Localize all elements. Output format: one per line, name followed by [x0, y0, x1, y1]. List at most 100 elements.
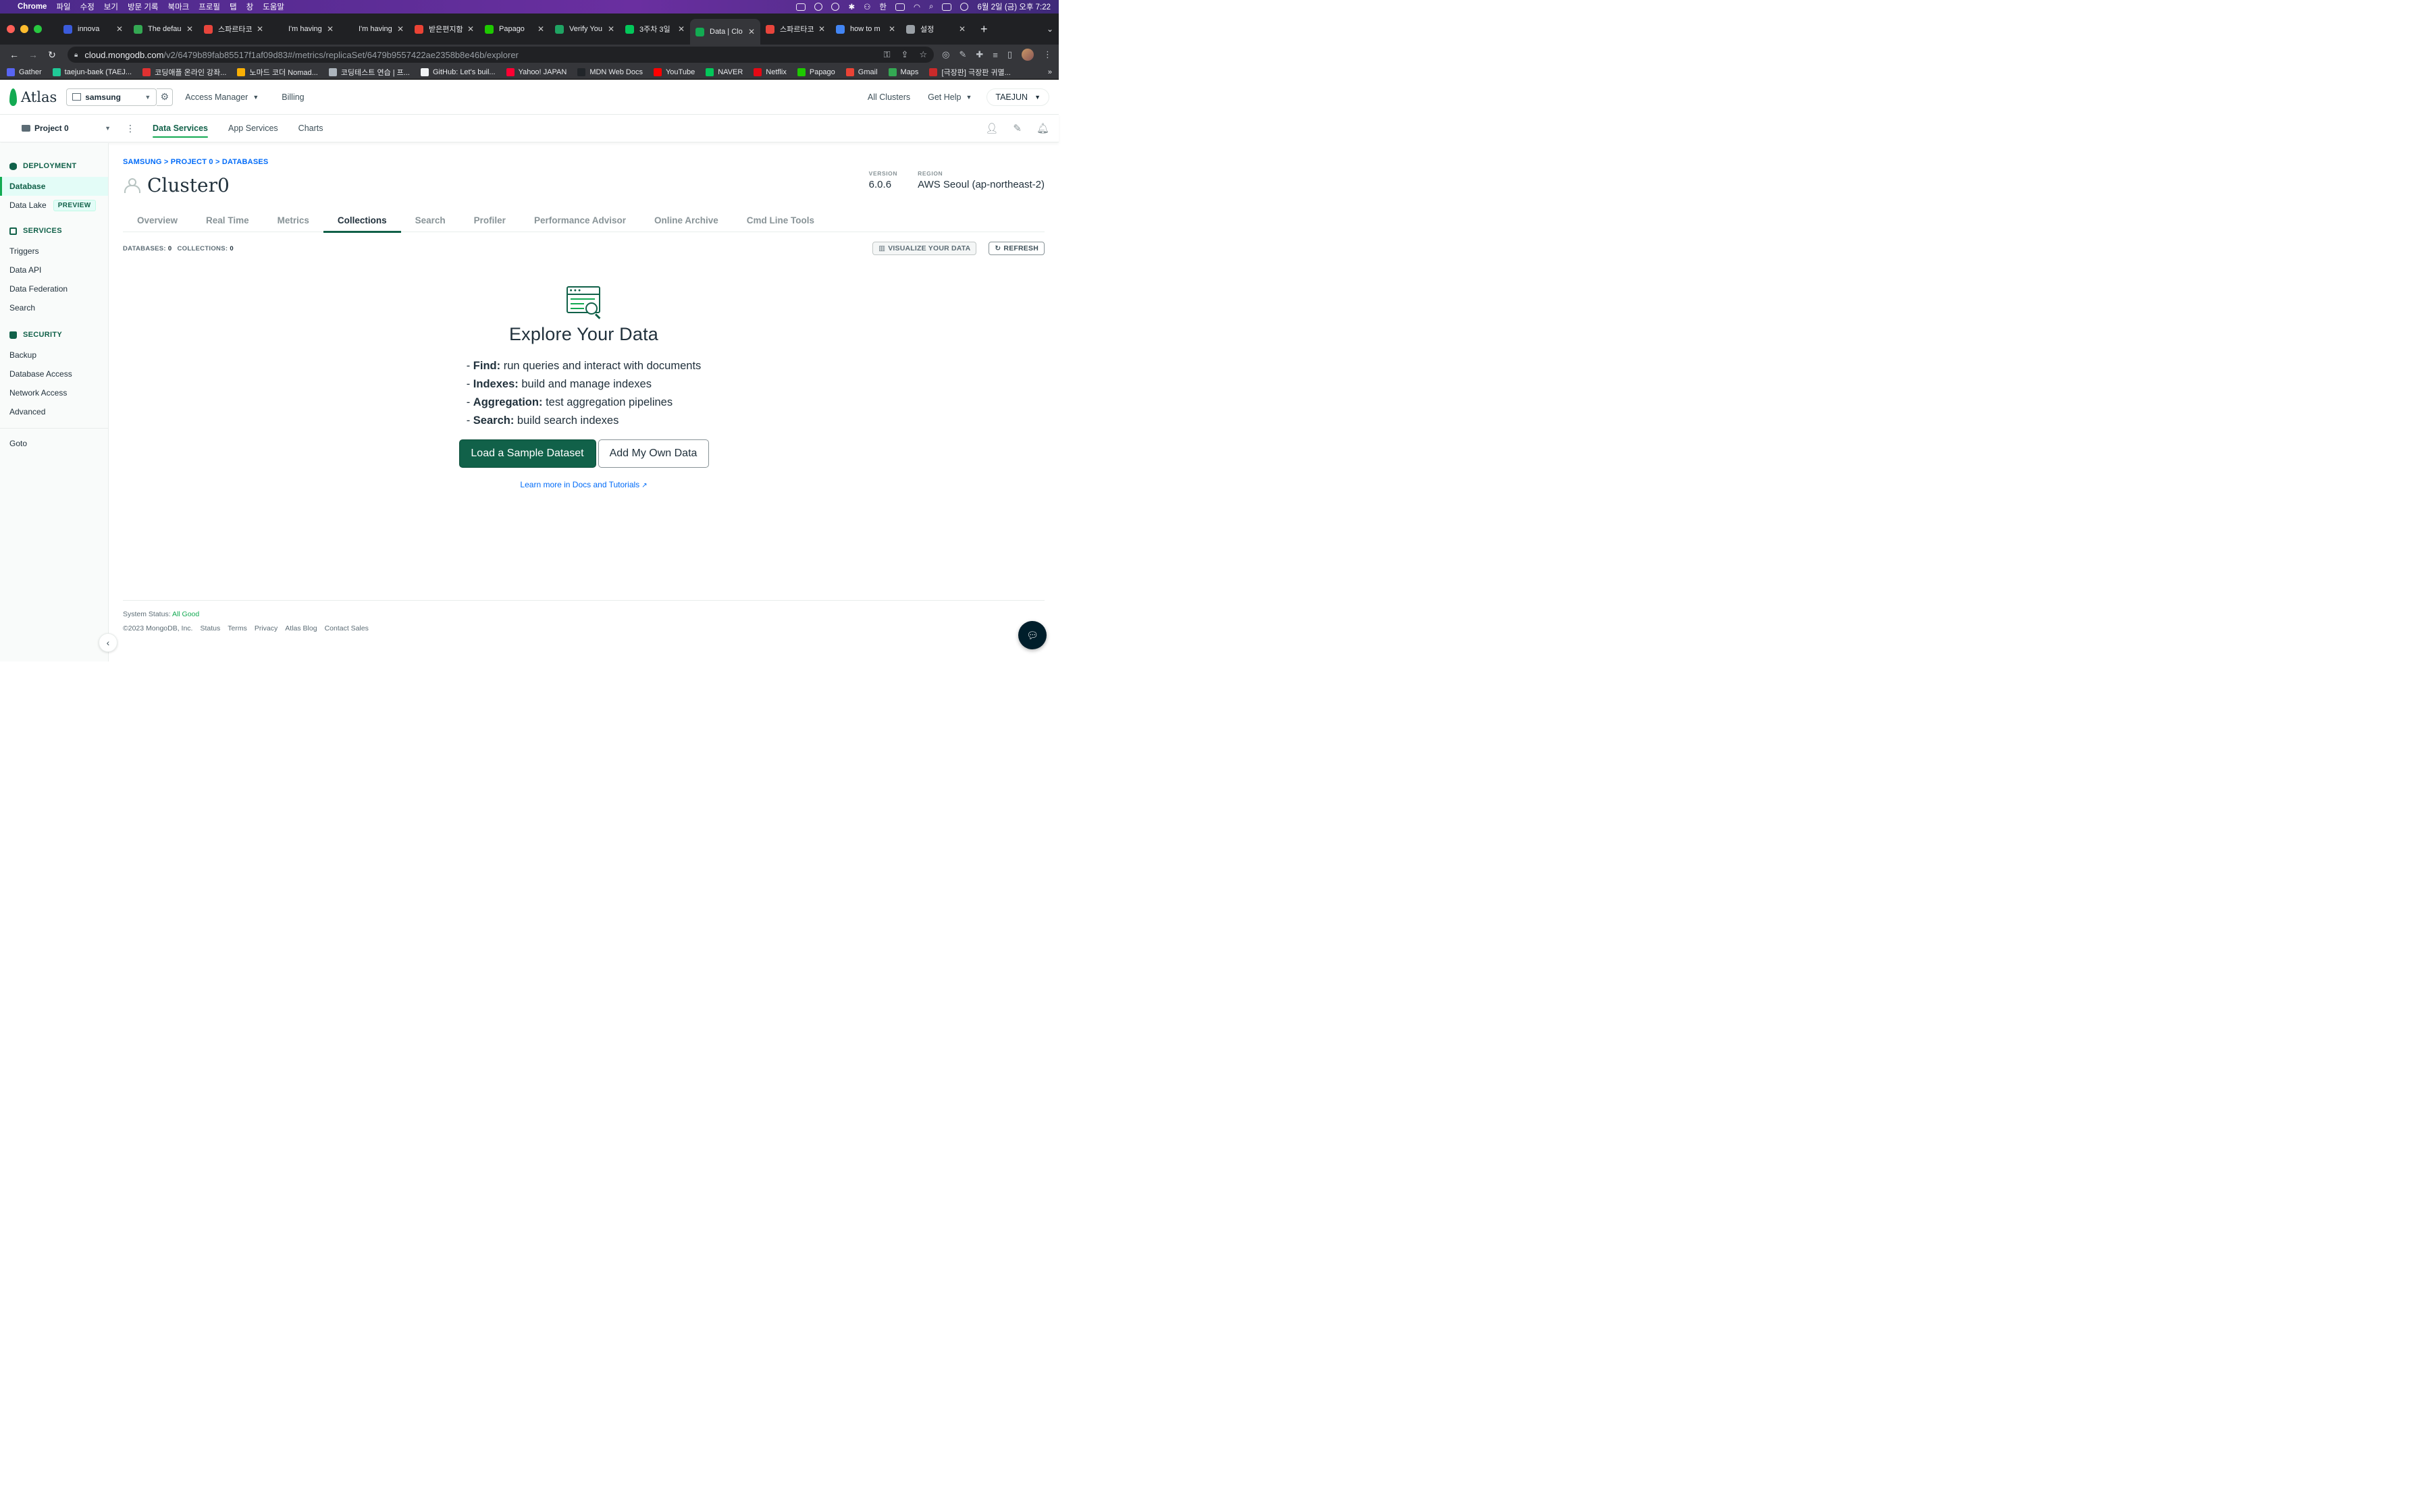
side-panel-icon[interactable]: ▯: [1007, 49, 1012, 60]
tab-app-services[interactable]: App Services: [228, 116, 278, 140]
footer-link-atlas-blog[interactable]: Atlas Blog: [285, 624, 317, 632]
sidebar-item-data-lake[interactable]: Data Lake PREVIEW: [0, 196, 108, 215]
bookmark-item[interactable]: NAVER: [706, 68, 743, 76]
tab-metrics[interactable]: Metrics: [263, 209, 323, 232]
puzzle-extensions-icon[interactable]: ✚: [976, 49, 983, 60]
bluetooth-icon[interactable]: ✱: [848, 2, 855, 11]
tab-close-icon[interactable]: ✕: [397, 24, 404, 34]
tab-search-chevron-icon[interactable]: ⌄: [1047, 24, 1053, 34]
tab-close-icon[interactable]: ✕: [257, 24, 263, 34]
input-method[interactable]: 한: [879, 1, 887, 12]
browser-tab[interactable]: Verify You ✕: [550, 18, 620, 40]
tab-close-icon[interactable]: ✕: [748, 27, 755, 36]
bookmark-item[interactable]: Yahoo! JAPAN: [506, 68, 567, 76]
reading-list-icon[interactable]: ≡: [993, 50, 998, 60]
bookmark-item[interactable]: Papago: [797, 68, 835, 76]
sidebar-item-database[interactable]: Database: [0, 177, 108, 196]
tab-overview[interactable]: Overview: [123, 209, 192, 232]
billing-link[interactable]: Billing: [282, 92, 304, 102]
activity-feed-icon[interactable]: ✎: [1013, 122, 1022, 134]
sidebar-item-goto[interactable]: Goto: [0, 434, 108, 453]
footer-link-contact-sales[interactable]: Contact Sales: [325, 624, 369, 632]
new-tab-button[interactable]: +: [980, 22, 988, 36]
airdrop-icon[interactable]: ⚇: [864, 2, 870, 11]
tab-search[interactable]: Search: [401, 209, 460, 232]
reload-button[interactable]: ↻: [45, 49, 59, 61]
tab-charts[interactable]: Charts: [298, 116, 323, 140]
bookmark-item[interactable]: YouTube: [653, 68, 695, 76]
footer-link-terms[interactable]: Terms: [228, 624, 247, 632]
bookmark-star-icon[interactable]: ☆: [919, 49, 927, 60]
tab-data-services[interactable]: Data Services: [153, 116, 209, 140]
siri-icon[interactable]: [960, 3, 969, 11]
add-my-own-data-button[interactable]: Add My Own Data: [598, 439, 709, 468]
tab-close-icon[interactable]: ✕: [327, 24, 334, 34]
address-bar[interactable]: 🔒︎ cloud.mongodb.com/v2/6479b89fab85517f…: [68, 47, 935, 63]
browser-tab[interactable]: how to m ✕: [831, 18, 901, 40]
breadcrumb[interactable]: SAMSUNG > PROJECT 0 > DATABASES: [123, 158, 1045, 166]
tab-real-time[interactable]: Real Time: [192, 209, 263, 232]
tab-close-icon[interactable]: ✕: [959, 24, 966, 34]
tab-close-icon[interactable]: ✕: [608, 24, 614, 34]
org-select[interactable]: samsung ▼: [66, 88, 157, 106]
browser-tab[interactable]: Data | Clo ✕: [690, 19, 760, 45]
play-icon[interactable]: [831, 3, 840, 11]
tab-collections[interactable]: Collections: [323, 209, 401, 233]
menu-window[interactable]: 창: [246, 1, 254, 12]
tab-close-icon[interactable]: ✕: [678, 24, 685, 34]
browser-tab[interactable]: The defau ✕: [128, 18, 199, 40]
docs-tutorials-link[interactable]: Learn more in Docs and Tutorials ↗: [520, 480, 647, 489]
sidebar-item-database-access[interactable]: Database Access: [0, 364, 108, 383]
sidebar-item-advanced[interactable]: Advanced: [0, 402, 108, 421]
bookmark-item[interactable]: taejun-baek (TAEJ...: [52, 68, 132, 76]
refresh-button[interactable]: ↻ REFRESH: [989, 242, 1045, 255]
forward-button[interactable]: →: [26, 49, 41, 60]
bookmark-item[interactable]: Maps: [888, 68, 918, 76]
key-icon[interactable]: ⚿: [884, 49, 891, 60]
profile-avatar[interactable]: [1022, 49, 1034, 61]
tab-online-archive[interactable]: Online Archive: [640, 209, 733, 232]
get-help-menu[interactable]: Get Help ▼: [928, 92, 972, 102]
clock[interactable]: 6월 2일 (금) 오후 7:22: [977, 1, 1051, 12]
load-sample-dataset-button[interactable]: Load a Sample Dataset: [458, 439, 596, 468]
browser-tab[interactable]: I'm having ✕: [269, 18, 339, 40]
sidebar-item-search[interactable]: Search: [0, 298, 108, 317]
browser-tab[interactable]: 스파르타코 ✕: [760, 18, 831, 40]
invite-user-icon[interactable]: 👤︎: [985, 122, 998, 134]
menu-tab[interactable]: 탭: [230, 1, 237, 12]
compass-extension-icon[interactable]: ◎: [942, 49, 949, 60]
bookmark-item[interactable]: GitHub: Let's buil...: [420, 68, 496, 76]
chrome-menu-icon[interactable]: ⋮: [1043, 49, 1052, 60]
menu-profiles[interactable]: 프로필: [199, 1, 220, 12]
pen-extension-icon[interactable]: ✎: [959, 49, 966, 60]
close-window-icon[interactable]: [7, 25, 15, 33]
share-icon[interactable]: ⇪: [901, 49, 909, 60]
spotlight-icon[interactable]: ⌕: [929, 3, 933, 11]
lock-icon[interactable]: 🔒︎: [74, 51, 78, 59]
sidebar-item-backup[interactable]: Backup: [0, 346, 108, 364]
fullscreen-window-icon[interactable]: [34, 25, 42, 33]
browser-tab[interactable]: Papago ✕: [479, 18, 550, 40]
browser-tab[interactable]: 3주차 3일 ✕: [620, 18, 690, 40]
atlas-logo[interactable]: Atlas: [9, 88, 57, 106]
menu-history[interactable]: 방문 기록: [128, 1, 159, 12]
tab-close-icon[interactable]: ✕: [537, 24, 544, 34]
tab-profiler[interactable]: Profiler: [460, 209, 520, 232]
menu-view[interactable]: 보기: [104, 1, 118, 12]
visualize-data-button[interactable]: ▥ VISUALIZE YOUR DATA: [872, 242, 977, 255]
menu-app[interactable]: Chrome: [18, 3, 47, 11]
bookmark-item[interactable]: 노마드 코더 Nomad...: [237, 67, 318, 78]
browser-tab[interactable]: 받은편지함 ✕: [409, 18, 479, 40]
tab-close-icon[interactable]: ✕: [818, 24, 825, 34]
menu-file[interactable]: 파일: [56, 1, 70, 12]
tab-close-icon[interactable]: ✕: [186, 24, 193, 34]
menu-bookmarks[interactable]: 북마크: [167, 1, 189, 12]
bookmark-item[interactable]: MDN Web Docs: [577, 68, 643, 76]
bookmarks-overflow[interactable]: »: [1048, 68, 1052, 76]
sidebar-item-data-api[interactable]: Data API: [0, 261, 108, 279]
notification-bell-icon[interactable]: 🔔︎: [1036, 122, 1049, 134]
tab-performance-advisor[interactable]: Performance Advisor: [520, 209, 640, 232]
user-menu[interactable]: TAEJUN ▼: [987, 88, 1049, 106]
org-settings-gear-icon[interactable]: ⚙: [157, 88, 174, 106]
browser-tab[interactable]: I'm having ✕: [339, 18, 409, 40]
